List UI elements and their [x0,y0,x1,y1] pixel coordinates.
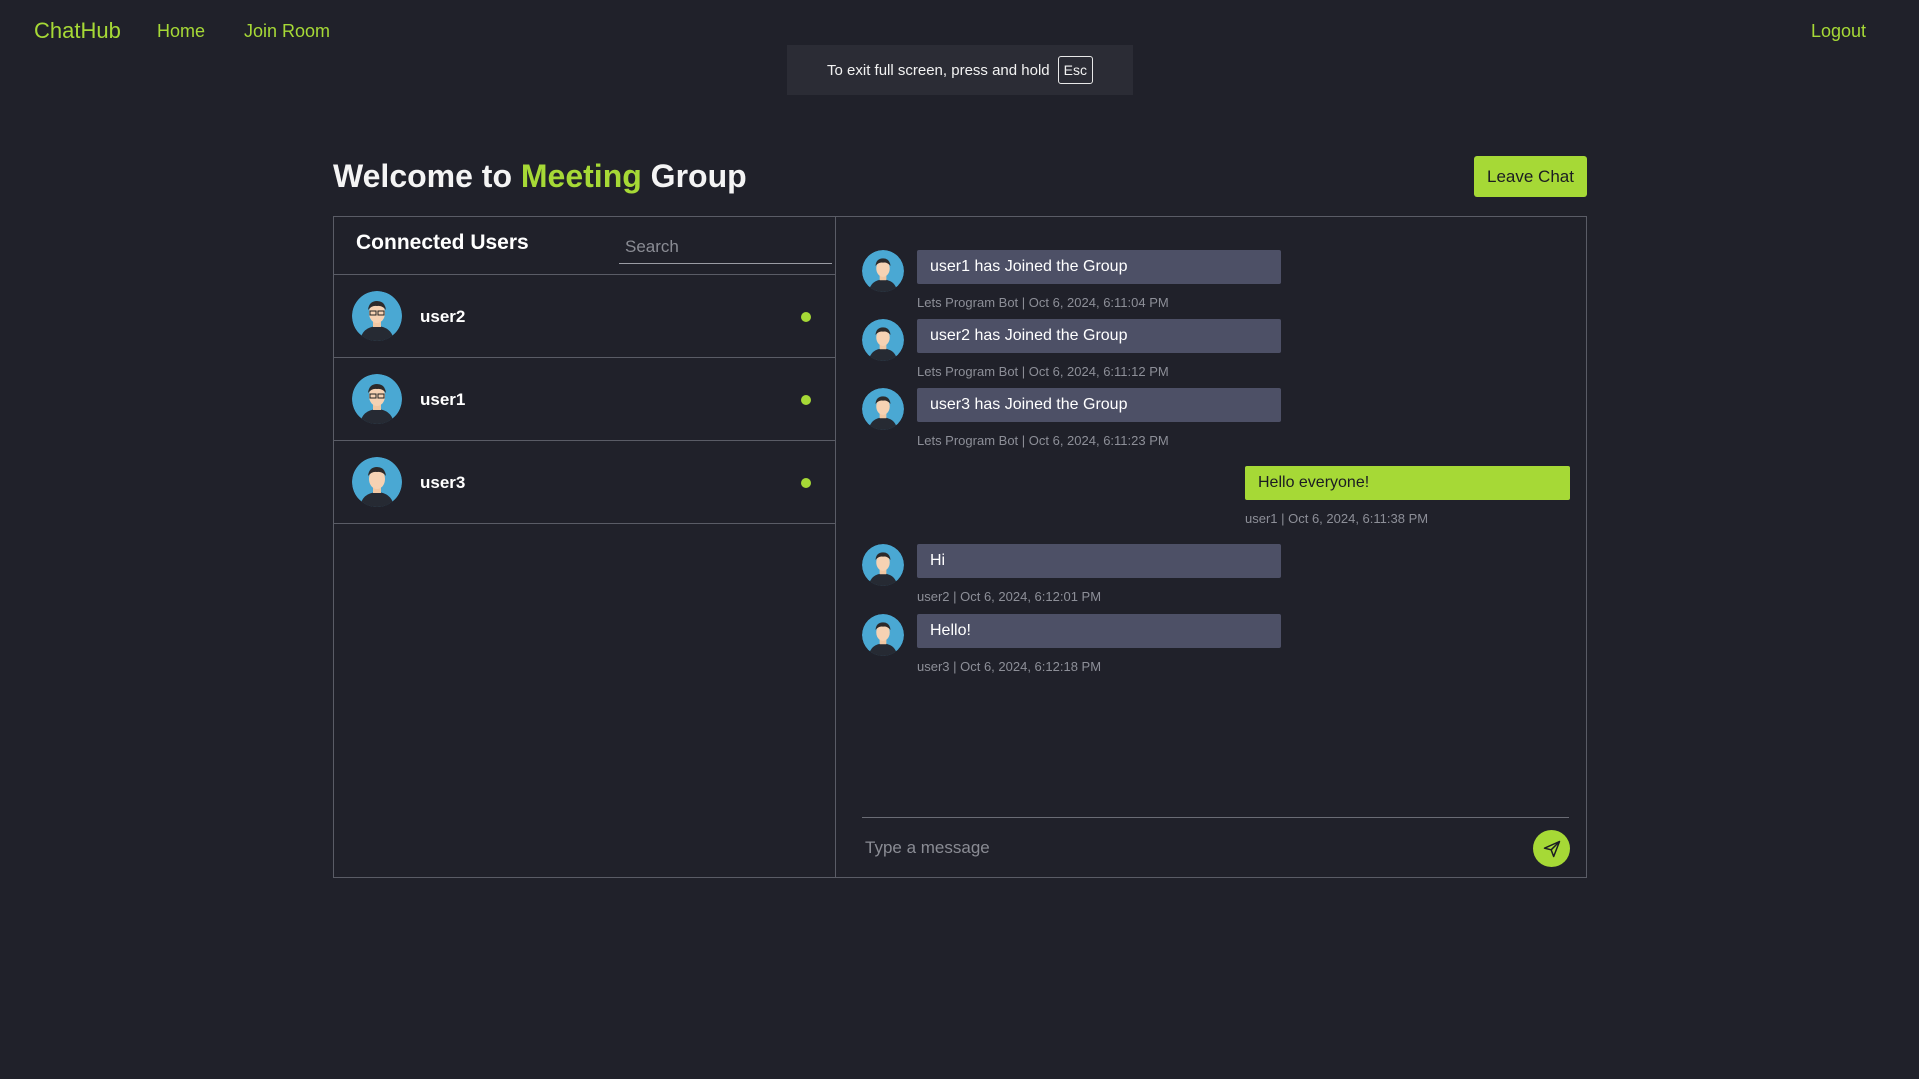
user-list-item[interactable]: user2 [334,275,835,358]
logout-link[interactable]: Logout [1811,21,1866,42]
welcome-prefix: Welcome to [333,158,512,194]
avatar-icon [862,250,904,292]
message-meta: user3 | Oct 6, 2024, 6:12:18 PM [917,659,1102,674]
avatar-icon [352,374,402,424]
online-status-indicator [801,478,811,488]
message-bubble: Hello! [917,614,1281,648]
message-meta: Lets Program Bot | Oct 6, 2024, 6:11:04 … [917,295,1169,310]
user-list-item[interactable]: user3 [334,441,835,524]
composer-divider [862,817,1569,818]
user-search-input[interactable] [619,230,832,264]
message-meta: user1 | Oct 6, 2024, 6:11:38 PM [1245,511,1429,526]
user-list-item[interactable]: user1 [334,358,835,441]
chat-panel: Connected Users user2 [333,216,1587,878]
message-bubble: user1 has Joined the Group [917,250,1281,284]
online-status-indicator [801,395,811,405]
message-meta: Lets Program Bot | Oct 6, 2024, 6:11:12 … [917,364,1169,379]
connected-users-pane: Connected Users user2 [334,217,836,877]
message-bubble: user3 has Joined the Group [917,388,1281,422]
page-title: Welcome to Meeting Group [333,158,747,195]
users-header: Connected Users [334,217,835,275]
user-name: user3 [420,473,466,492]
avatar-icon [862,544,904,586]
message-meta: Lets Program Bot | Oct 6, 2024, 6:11:23 … [917,433,1169,448]
send-icon [1542,839,1562,859]
avatar-icon [352,457,402,507]
leave-chat-button[interactable]: Leave Chat [1474,156,1587,197]
user-name: user1 [420,390,466,409]
nav-join-room-link[interactable]: Join Room [244,21,330,42]
avatar-icon [862,388,904,430]
avatar-icon [862,319,904,361]
group-name-rest: Group [650,158,747,194]
fullscreen-exit-toast: To exit full screen, press and hold Esc [787,45,1133,95]
message-bubble: user2 has Joined the Group [917,319,1281,353]
message-input[interactable] [863,829,1507,867]
nav-home-link[interactable]: Home [157,21,205,42]
group-name-highlight: Meeting [520,158,642,194]
own-message-bubble: Hello everyone! [1245,466,1570,500]
message-meta: user2 | Oct 6, 2024, 6:12:01 PM [917,589,1102,604]
avatar-icon [352,291,402,341]
chat-messages-pane: user1 has Joined the Group Lets Program … [835,217,1586,877]
connected-users-title: Connected Users [356,231,529,254]
online-status-indicator [801,312,811,322]
send-button[interactable] [1533,830,1570,867]
brand-logo[interactable]: ChatHub [34,18,121,44]
message-bubble: Hi [917,544,1281,578]
avatar-icon [862,614,904,656]
fullscreen-toast-text: To exit full screen, press and hold [827,61,1050,79]
user-name: user2 [420,307,466,326]
esc-key-badge: Esc [1057,56,1093,84]
